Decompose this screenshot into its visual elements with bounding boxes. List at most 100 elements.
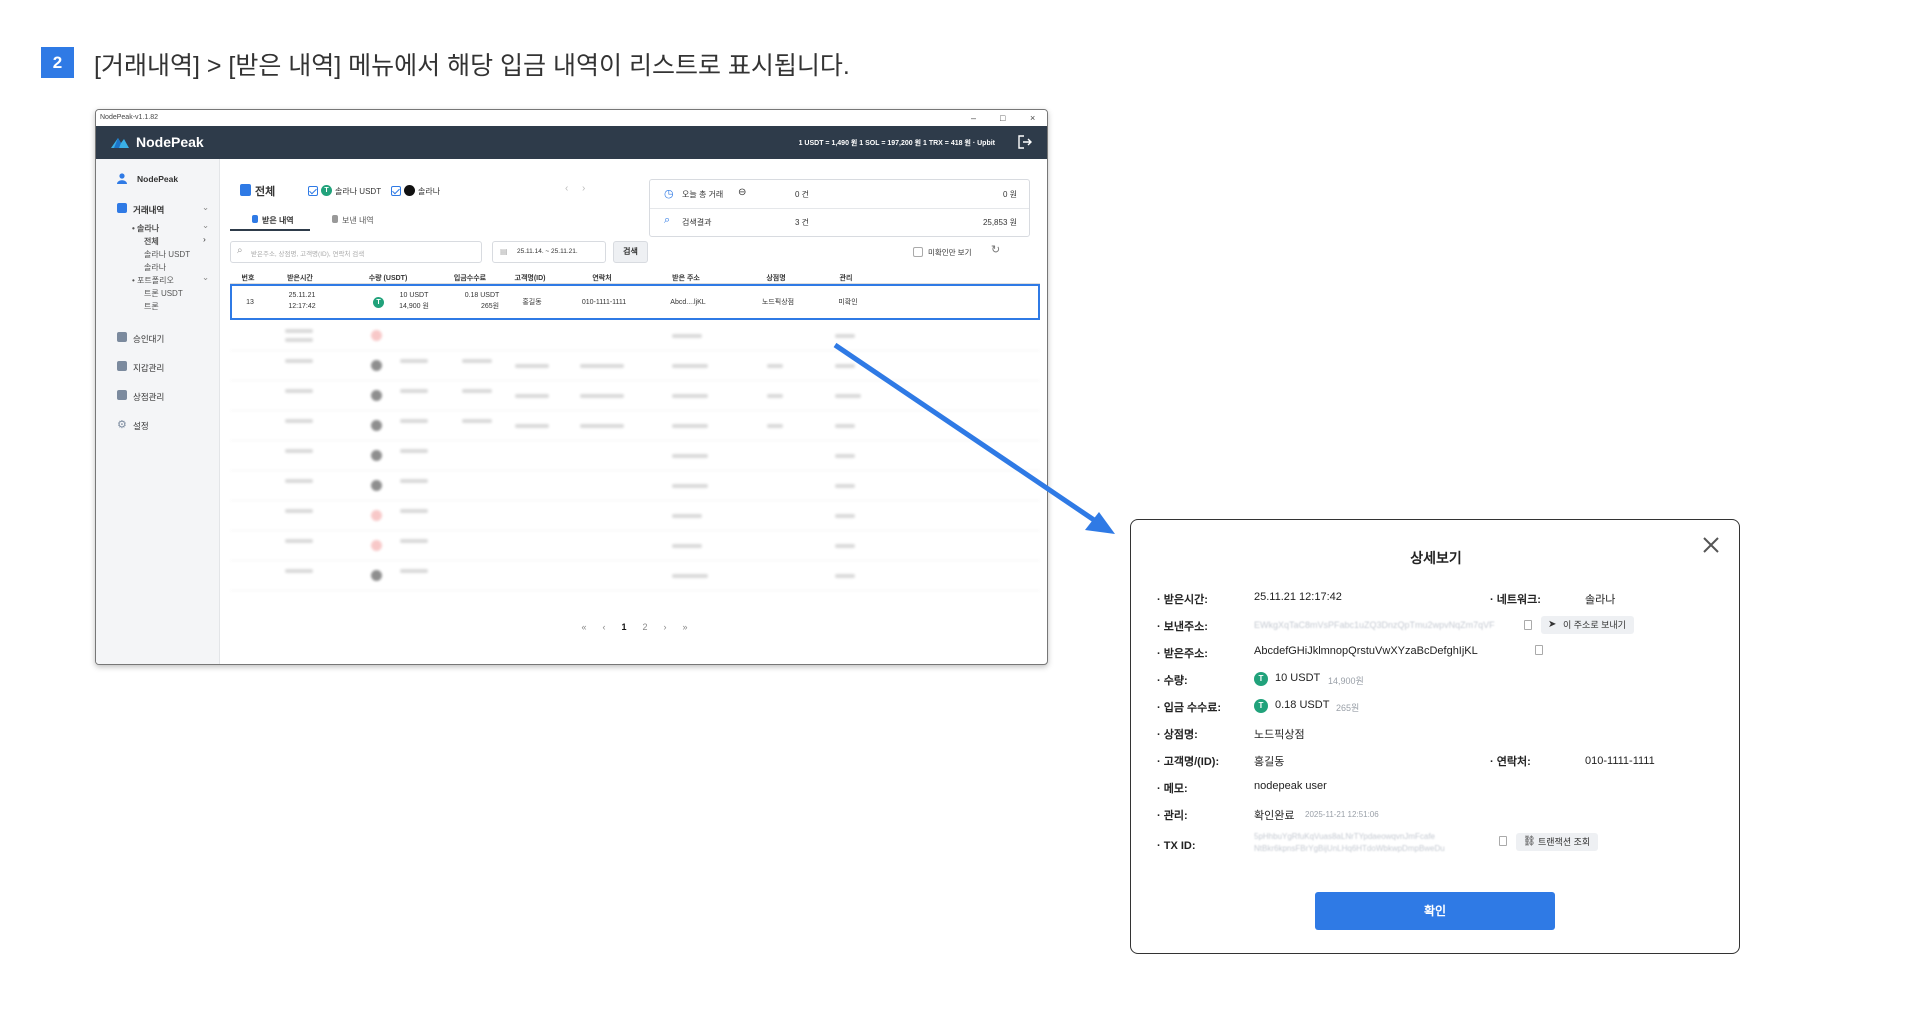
- send-to-address-button[interactable]: ➤ 이 주소로 보내기: [1541, 616, 1634, 634]
- maximize-button[interactable]: □: [1000, 110, 1005, 126]
- confirm-button[interactable]: 확인: [1315, 892, 1555, 930]
- col-phone[interactable]: 연락처: [592, 273, 611, 283]
- gear-icon: ⚙: [117, 419, 127, 431]
- filter-label-solana-usdt: 솔라나 USDT: [335, 187, 382, 196]
- unconfirmed-label: 미확인만 보기: [928, 248, 972, 257]
- sidebar-sub-portfolio[interactable]: • 포트폴리오: [132, 275, 174, 286]
- chevron-down-icon[interactable]: ⌄: [202, 220, 209, 231]
- minus-circle-icon[interactable]: ⊖: [738, 187, 746, 198]
- minimize-button[interactable]: –: [971, 110, 976, 126]
- row-phone: 010-1111-1111: [581, 299, 627, 306]
- tab-active-indicator: [230, 229, 310, 231]
- value-store: 노드픽상점: [1254, 729, 1305, 741]
- col-address[interactable]: 받은 주소: [672, 273, 700, 283]
- col-time[interactable]: 받은시간: [287, 273, 313, 283]
- sidebar-sub-solana[interactable]: • 솔라나: [132, 223, 159, 234]
- search-input[interactable]: ⌕ 받은주소, 상점명, 고객명(ID), 연락처 검색: [230, 241, 482, 263]
- search-placeholder: 받은주소, 상점명, 고객명(ID), 연락처 검색: [251, 251, 365, 258]
- tab-sent[interactable]: 보낸 내역: [342, 215, 374, 226]
- value-fee: 0.18 USDT: [1275, 699, 1330, 711]
- filter-label-solana: 솔라나: [418, 187, 441, 196]
- value-sender: EWkgXqTaC8mVsPFabc1uZQ3DnzQpTmu2wpvNqZm7…: [1254, 620, 1495, 630]
- copy-icon[interactable]: [1499, 836, 1507, 846]
- sidebar-item-pending[interactable]: 승인대기: [133, 333, 164, 345]
- view-transaction-label: 트랜잭션 조회: [1538, 837, 1591, 847]
- date-range-input[interactable]: ▤ 25.11.14. ~ 25.11.21.: [492, 241, 606, 263]
- value-manage: 확인완료: [1254, 810, 1295, 822]
- page-title: 전체: [255, 186, 276, 198]
- col-no[interactable]: 번호: [242, 273, 255, 283]
- unconfirmed-checkbox[interactable]: [913, 247, 923, 257]
- value-customer: 홍길동: [1254, 756, 1285, 768]
- page-first-button[interactable]: «: [581, 622, 586, 632]
- app-name: NodePeak: [136, 134, 204, 150]
- sidebar: NodePeak 거래내역 ⌄ • 솔라나 ⌄ 전체 › 솔라나 USDT 솔라…: [96, 159, 220, 664]
- search-button[interactable]: 검색: [613, 241, 648, 263]
- sidebar-sub-solana-usdt[interactable]: 솔라나 USDT: [144, 249, 190, 260]
- sidebar-sub-solana-coin[interactable]: 솔라나: [144, 262, 166, 273]
- doc-small-icon: [252, 215, 258, 223]
- value-txid-line1: 5pHhbuYgRfuKqVuas8aLNrTYpdaeowqvnJmFcafe: [1254, 832, 1435, 841]
- label-fee: · 입금 수수료:: [1157, 702, 1222, 714]
- page-prev-button[interactable]: ‹: [602, 622, 605, 632]
- col-fee[interactable]: 입금수수료: [454, 273, 486, 283]
- page-next-button[interactable]: ›: [664, 622, 667, 632]
- send-icon: ➤: [1548, 619, 1557, 630]
- sidebar-sub-all[interactable]: 전체: [144, 236, 159, 247]
- page-1-button[interactable]: 1: [621, 622, 626, 632]
- value-txid-line2: NtBkr6kpnsFBrYgBijUnLHq6HTdoWbkwpDmpBweD…: [1254, 844, 1445, 853]
- value-receiver: AbcdefGHiJklmnopQrstuVwXYzaBcDefghIjKL: [1254, 645, 1478, 657]
- copy-icon[interactable]: [1535, 645, 1543, 655]
- date-range-value: 25.11.14. ~ 25.11.21.: [517, 248, 578, 255]
- sidebar-sub-tron[interactable]: 트론: [144, 301, 159, 312]
- next-arrow-icon[interactable]: ›: [582, 183, 585, 194]
- refresh-icon[interactable]: ↻: [991, 243, 1000, 256]
- sidebar-item-transactions[interactable]: 거래내역: [133, 204, 164, 216]
- label-store: · 상점명:: [1157, 729, 1198, 741]
- today-amount: 0 원: [1002, 190, 1017, 199]
- copy-icon[interactable]: [1524, 620, 1532, 630]
- page-2-button[interactable]: 2: [643, 622, 648, 632]
- row-address[interactable]: Abcd....ljKL: [670, 298, 705, 308]
- page-last-button[interactable]: »: [683, 622, 688, 632]
- col-customer[interactable]: 고객명(ID): [515, 273, 546, 283]
- tab-received[interactable]: 받은 내역: [262, 215, 294, 226]
- close-icon[interactable]: [1699, 533, 1723, 557]
- prev-arrow-icon[interactable]: ‹: [565, 183, 568, 194]
- search-icon: ⌕: [237, 245, 243, 256]
- sidebar-item-store[interactable]: 상점관리: [133, 391, 164, 403]
- filter-checkbox-solana[interactable]: [391, 186, 401, 196]
- sidebar-item-settings[interactable]: 설정: [133, 420, 149, 432]
- result-count: 3 건: [795, 218, 810, 227]
- clock-icon: [117, 332, 127, 342]
- chevron-down-icon[interactable]: ⌄: [202, 202, 209, 213]
- col-amount[interactable]: 수량 (USDT): [369, 273, 408, 283]
- col-manage[interactable]: 관리: [840, 273, 853, 283]
- calendar-icon: ◷: [664, 188, 674, 200]
- doc-small-icon: [332, 215, 338, 223]
- tether-icon: T: [321, 185, 332, 196]
- pagination: « ‹ 1 2 › »: [220, 622, 1047, 636]
- blurred-rows: [230, 321, 1040, 601]
- label-phone: · 연락처:: [1490, 756, 1531, 768]
- row-status[interactable]: 미확인: [838, 298, 857, 308]
- logout-icon[interactable]: [1017, 134, 1033, 150]
- sidebar-item-wallet[interactable]: 지갑관리: [133, 362, 164, 374]
- sidebar-sub-tron-usdt[interactable]: 트론 USDT: [144, 288, 183, 299]
- main-panel: 전체 T 솔라나 USDT 솔라나 ‹ › ◷ 오늘 총 거래 ⊖ 0 건 0 …: [220, 159, 1047, 664]
- filter-checkbox-solana-usdt[interactable]: [308, 186, 318, 196]
- row-time: 12:17:42: [288, 303, 316, 310]
- row-amount: 10 USDT: [399, 292, 429, 299]
- value-amount: 10 USDT: [1275, 672, 1321, 684]
- view-transaction-button[interactable]: ⛓ 트랜잭션 조회: [1516, 833, 1599, 851]
- stats-box: ◷ 오늘 총 거래 ⊖ 0 건 0 원 ⌕ 검색결과 3 건 25,853 원: [649, 179, 1030, 237]
- value-network: 솔라나: [1585, 594, 1616, 606]
- today-count: 0 건: [795, 190, 810, 199]
- table-row-highlighted[interactable]: 13 25.11.21 12:17:42 T 10 USDT 14,900 원 …: [230, 284, 1040, 320]
- close-window-button[interactable]: ×: [1030, 110, 1035, 126]
- exchange-rates: 1 USDT = 1,490 원 1 SOL = 197,200 원 1 TRX…: [798, 140, 995, 147]
- chevron-down-icon[interactable]: ⌄: [202, 272, 209, 283]
- sidebar-user-name: NodePeak: [137, 174, 179, 184]
- window-title: NodePeak-v1.1.82: [96, 110, 1047, 126]
- col-store[interactable]: 상점명: [766, 273, 785, 283]
